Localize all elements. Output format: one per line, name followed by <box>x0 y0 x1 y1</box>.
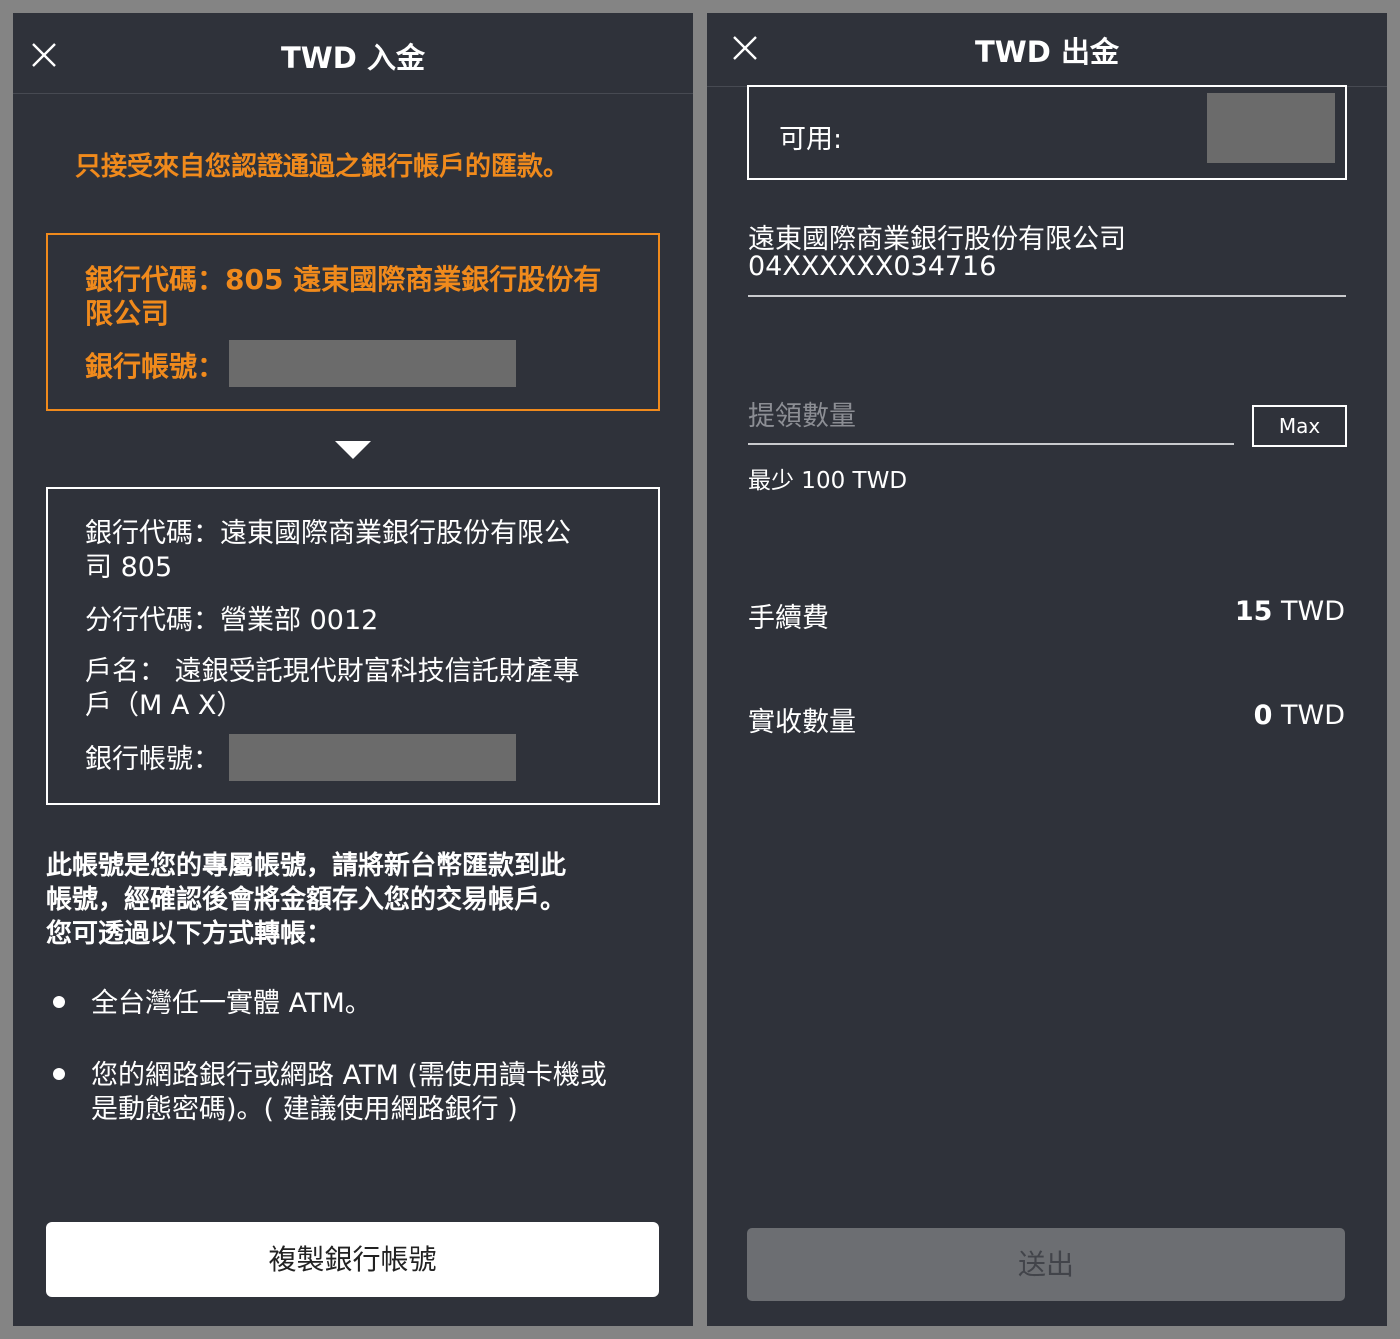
bullet-icon <box>53 1068 65 1080</box>
instructions-line: 您可透過以下方式轉帳： <box>46 919 333 949</box>
method-text: 您的網路銀行或網路 ATM (需使用讀卡機或 是動態密碼)。( 建議使用網路銀行… <box>91 1059 661 1127</box>
deposit-header: TWD 入金 <box>13 13 693 94</box>
account-holder-cont: 戶（M A X） <box>85 690 244 721</box>
branch-code: 分行代碼：營業部 0012 <box>85 605 379 636</box>
source-account-label: 銀行帳號： <box>85 350 226 383</box>
receive-amount: 0 <box>1253 700 1273 731</box>
deposit-panel: TWD 入金 只接受來自您認證通過之銀行帳戶的匯款。 銀行代碼：805 遠東國際… <box>13 13 693 1326</box>
account-holder: 戶名： 遠銀受託現代財富科技信託財產專 <box>85 656 580 687</box>
source-bank-code: 銀行代碼：805 遠東國際商業銀行股份有 <box>85 263 602 296</box>
redacted-account-number <box>229 340 516 387</box>
redacted-account-number <box>229 734 516 781</box>
divider <box>748 295 1346 297</box>
receive-unit: TWD <box>1272 700 1345 731</box>
max-button[interactable]: Max <box>1252 405 1347 447</box>
withdraw-bank-account: 04XXXXXX034716 <box>748 251 997 282</box>
instructions-line: 帳號，經確認後會將金額存入您的交易帳戶。 <box>46 885 567 915</box>
source-bank-box: 銀行代碼：805 遠東國際商業銀行股份有 限公司 銀行帳號： <box>46 233 660 411</box>
method-text-line: 您的網路銀行或網路 ATM (需使用讀卡機或 <box>91 1060 607 1091</box>
withdraw-panel: TWD 出金 可用: 遠東國際商業銀行股份有限公司 04XXXXXX034716… <box>707 13 1387 1326</box>
target-bank-code-cont: 司 805 <box>85 552 173 583</box>
source-bank-code-cont: 限公司 <box>85 297 170 330</box>
method-text: 全台灣任一實體 ATM。 <box>91 988 372 1019</box>
target-bank-box: 銀行代碼：遠東國際商業銀行股份有限公 司 805 分行代碼：營業部 0012 戶… <box>46 487 660 805</box>
target-account-label: 銀行帳號： <box>85 744 220 775</box>
input-underline <box>748 443 1234 445</box>
fee-amount: 15 <box>1234 596 1273 627</box>
submit-button[interactable]: 送出 <box>747 1228 1345 1301</box>
fee-unit: TWD <box>1272 596 1345 627</box>
transfer-instructions: 此帳號是您的專屬帳號，請將新台幣匯款到此 帳號，經確認後會將金額存入您的交易帳戶… <box>46 849 656 951</box>
method-text-line: 是動態密碼)。( 建議使用網路銀行 ) <box>91 1094 518 1125</box>
withdraw-amount-input[interactable] <box>748 391 1228 441</box>
instructions-line: 此帳號是您的專屬帳號，請將新台幣匯款到此 <box>46 851 567 881</box>
redacted-balance <box>1207 93 1335 163</box>
target-bank-code: 銀行代碼：遠東國際商業銀行股份有限公 <box>85 518 571 549</box>
withdraw-header: TWD 出金 <box>707 13 1387 87</box>
copy-account-button[interactable]: 複製銀行帳號 <box>46 1222 659 1297</box>
verified-account-notice: 只接受來自您認證通過之銀行帳戶的匯款。 <box>75 152 570 182</box>
receive-value: 0 TWD <box>1254 700 1345 731</box>
available-label: 可用: <box>779 124 843 155</box>
page-title: TWD 入金 <box>281 41 425 75</box>
arrow-down-icon <box>335 441 371 459</box>
receive-label: 實收數量 <box>748 707 856 738</box>
minimum-note: 最少 100 TWD <box>748 468 908 494</box>
available-balance-box: 可用: <box>747 85 1347 180</box>
fee-label: 手續費 <box>748 603 829 634</box>
bullet-icon <box>53 996 65 1008</box>
page-title: TWD 出金 <box>975 35 1119 69</box>
fee-value: 15 TWD <box>1235 596 1345 627</box>
